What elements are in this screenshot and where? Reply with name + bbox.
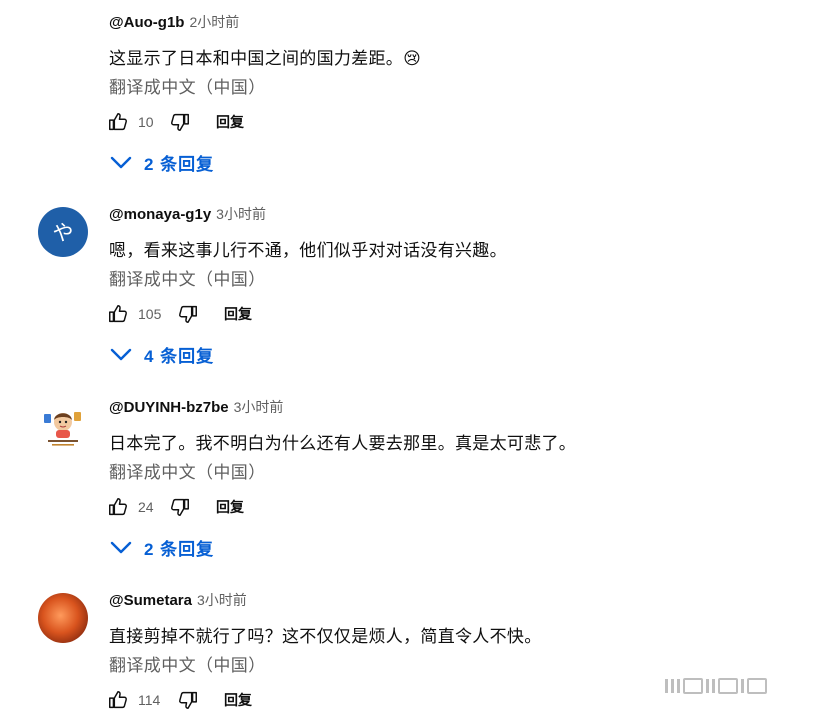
comment-actions: 114 回复	[106, 686, 252, 714]
replies-count: 2 条回复	[144, 155, 215, 174]
comment-thread: @DUYINH-bz7be 3小时前 日本完了。我不明白为什么还有人要去那里。真是…	[0, 395, 826, 585]
comment-author[interactable]: @Sumetara	[109, 592, 192, 609]
comment-author[interactable]: @DUYINH-bz7be	[109, 399, 229, 416]
comment-text: 日本完了。我不明白为什么还有人要去那里。真是太可悲了。	[109, 434, 577, 453]
comment-actions: 10 回复	[106, 108, 244, 136]
comment-time[interactable]: 3小时前	[234, 399, 284, 415]
thumbs-up-icon[interactable]	[106, 688, 130, 712]
reply-button[interactable]: 回复	[224, 690, 252, 710]
comment-header: @monaya-g1y 3小时前	[109, 204, 266, 224]
thumbs-down-icon[interactable]	[176, 688, 200, 712]
comment-author[interactable]: @monaya-g1y	[109, 206, 211, 223]
chevron-down-icon	[110, 156, 132, 168]
like-count: 24	[138, 499, 154, 515]
comment-time[interactable]: 2小时前	[189, 14, 239, 30]
translate-link[interactable]: 翻译成中文（中国）	[109, 73, 266, 98]
thumbs-down-icon[interactable]	[176, 302, 200, 326]
view-replies-button[interactable]: 2 条回复	[110, 150, 214, 175]
comment-actions: 24 回复	[106, 493, 244, 521]
translate-link[interactable]: 翻译成中文（中国）	[109, 651, 266, 676]
comment-thread: や @monaya-g1y 3小时前 嗯，看来这事儿行不通，他们似乎对对话没有兴趣…	[0, 202, 826, 392]
comment-text: 这显示了日本和中国之间的国力差距。😢	[109, 49, 422, 68]
comment-thread: @Sumetara 3小时前 直接剪掉不就行了吗？这不仅仅是烦人，简直令人不快。 …	[0, 588, 826, 715]
avatar-letter: や	[52, 222, 74, 245]
thumbs-down-icon[interactable]	[168, 110, 192, 134]
translate-link[interactable]: 翻译成中文（中国）	[109, 265, 266, 290]
like-count: 105	[138, 306, 162, 322]
translate-link[interactable]: 翻译成中文（中国）	[109, 458, 266, 483]
comment-header: @Auo-g1b 2小时前	[109, 12, 239, 32]
avatar[interactable]: や	[38, 207, 88, 257]
avatar[interactable]	[38, 400, 88, 450]
thumbs-up-icon[interactable]	[106, 110, 130, 134]
chevron-down-icon	[110, 541, 132, 553]
view-replies-button[interactable]: 4 条回复	[110, 342, 214, 367]
thumbs-down-icon[interactable]	[168, 495, 192, 519]
comment-actions: 105 回复	[106, 300, 252, 328]
thumbs-up-icon[interactable]	[106, 302, 130, 326]
like-count: 10	[138, 114, 154, 130]
chevron-down-icon	[110, 348, 132, 360]
comment-time[interactable]: 3小时前	[216, 206, 266, 222]
comment-header: @Sumetara 3小时前	[109, 590, 247, 610]
replies-count: 4 条回复	[144, 347, 215, 366]
reply-button[interactable]: 回复	[216, 112, 244, 132]
comment-thread: @Auo-g1b 2小时前 这显示了日本和中国之间的国力差距。😢 翻译成中文（中国…	[0, 10, 826, 200]
reply-button[interactable]: 回复	[224, 304, 252, 324]
avatar[interactable]	[38, 593, 88, 643]
reply-button[interactable]: 回复	[216, 497, 244, 517]
cartoon-avatar-icon	[38, 400, 88, 450]
comment-text: 嗯，看来这事儿行不通，他们似乎对对话没有兴趣。	[109, 241, 507, 260]
comment-text: 直接剪掉不就行了吗？这不仅仅是烦人，简直令人不快。	[109, 627, 542, 646]
like-count: 114	[138, 692, 161, 708]
comment-header: @DUYINH-bz7be 3小时前	[109, 397, 283, 417]
watermark	[665, 677, 810, 695]
view-replies-button[interactable]: 2 条回复	[110, 535, 214, 560]
comment-time[interactable]: 3小时前	[197, 592, 247, 608]
thumbs-up-icon[interactable]	[106, 495, 130, 519]
replies-count: 2 条回复	[144, 540, 215, 559]
comment-author[interactable]: @Auo-g1b	[109, 14, 184, 31]
avatar[interactable]	[38, 15, 88, 65]
